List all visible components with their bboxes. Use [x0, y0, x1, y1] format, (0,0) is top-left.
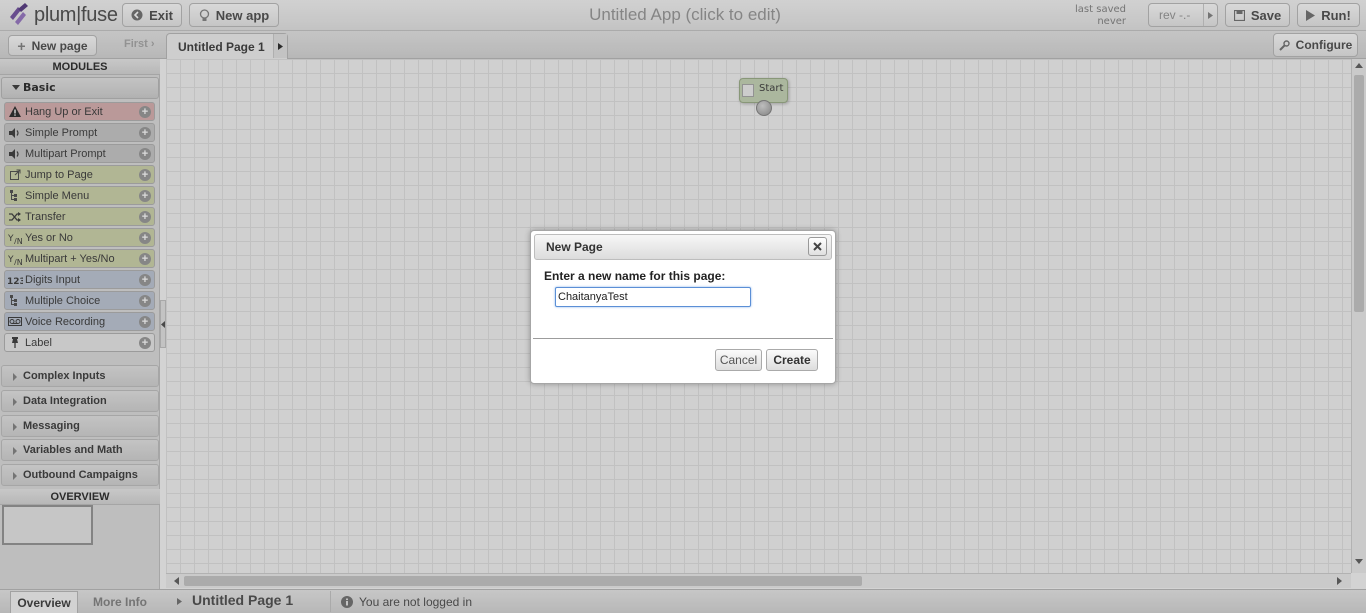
dialog-divider [533, 338, 833, 339]
dialog-title: New Page [546, 240, 603, 254]
dialog-titlebar: New Page [534, 234, 832, 260]
close-icon [813, 242, 822, 251]
dialog-close-button[interactable] [808, 237, 827, 256]
new-page-dialog: New Page Enter a new name for this page:… [530, 230, 836, 384]
cancel-button[interactable]: Cancel [715, 349, 762, 371]
create-button[interactable]: Create [766, 349, 818, 371]
page-name-prompt: Enter a new name for this page: [544, 269, 726, 283]
page-name-input[interactable] [555, 287, 751, 307]
